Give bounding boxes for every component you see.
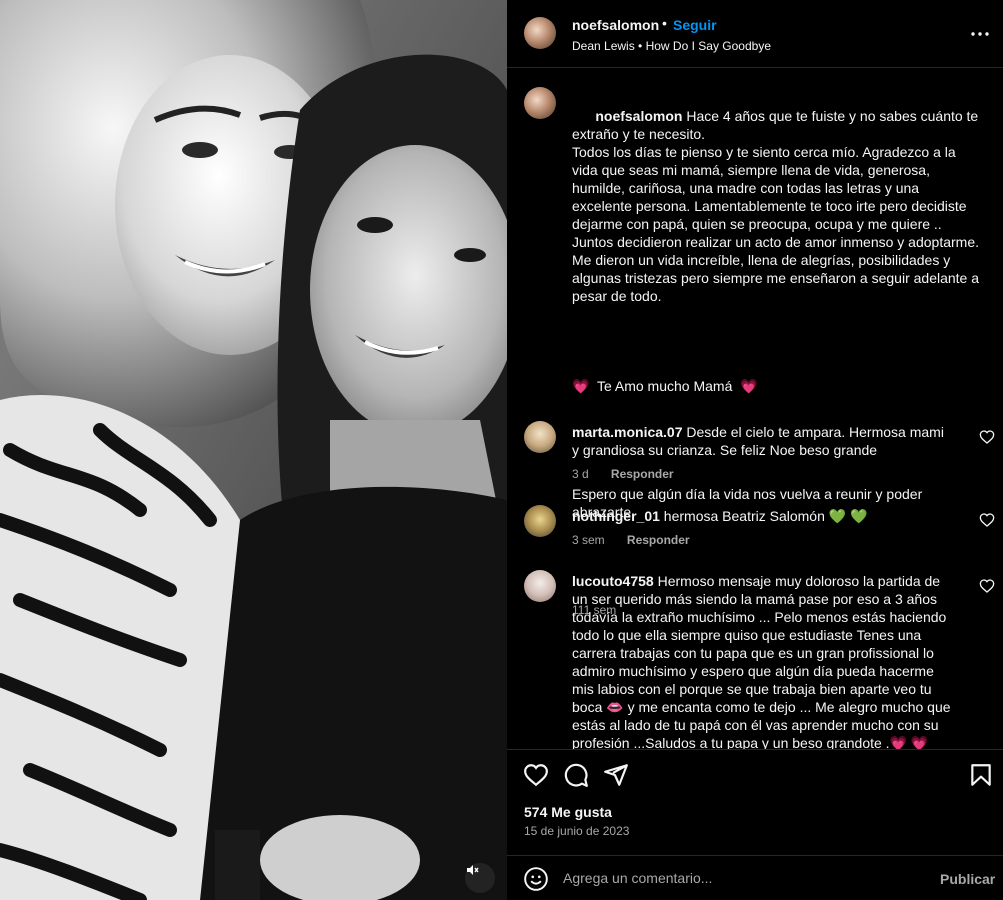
like-comment-heart-icon[interactable]	[979, 578, 995, 594]
likes-count[interactable]: 574 Me gusta	[524, 804, 612, 820]
caption-username[interactable]: noefsalomon	[595, 108, 682, 124]
mute-button[interactable]	[465, 863, 495, 893]
comment-time[interactable]: 3 d	[572, 467, 589, 481]
comment-body: hermosa Beatriz Salomón	[659, 508, 829, 524]
follow-button[interactable]: Seguir	[673, 17, 717, 33]
pink-heart-emoji: 💗	[572, 378, 590, 394]
audio-separator: •	[638, 39, 643, 53]
comment-icon[interactable]	[563, 762, 589, 788]
like-comment-heart-icon[interactable]	[979, 429, 995, 445]
comment-avatar[interactable]	[524, 505, 556, 537]
header-separator: •	[662, 15, 667, 31]
audio-title: How Do I Say Goodbye	[645, 39, 771, 53]
pink-heart-emoji: 💗	[740, 378, 758, 394]
comment-meta: 3 d Responder	[572, 465, 674, 483]
caption: noefsalomon Hace 4 años que te fuiste y …	[572, 89, 982, 655]
like-comment-heart-icon[interactable]	[979, 512, 995, 528]
post-date[interactable]: 15 de junio de 2023	[524, 824, 629, 838]
caption-avatar[interactable]	[524, 87, 556, 119]
photo-illustration	[0, 0, 507, 900]
post-photo[interactable]	[0, 0, 507, 900]
comments-scroll-area[interactable]: noefsalomon Hace 4 años que te fuiste y …	[507, 69, 1003, 749]
comment-meta: 3 sem Responder	[572, 531, 690, 549]
reply-button[interactable]: Responder	[611, 467, 674, 481]
send-icon[interactable]	[603, 762, 629, 788]
comment-username[interactable]: nothinger_01	[572, 508, 660, 524]
publish-button[interactable]: Publicar	[940, 871, 995, 887]
comment-time[interactable]: 3 sem	[572, 533, 605, 547]
comment-username[interactable]: lucouto4758	[572, 573, 654, 589]
caption-love-line: 💗 Te Amo mucho Mamá 💗	[572, 377, 982, 395]
comment-text: marta.monica.07 Desde el cielo te ampara…	[572, 423, 952, 459]
pink-heart-emoji: 💗 💗	[889, 735, 929, 749]
add-comment-bar: Publicar	[507, 855, 1003, 900]
owner-username[interactable]: noefsalomon	[572, 17, 659, 33]
comment-text: nothinger_01 hermosa Beatriz Salomón 💚 💚	[572, 507, 952, 525]
caption-paragraph-1: Hace 4 años que te fuiste y no sabes cuá…	[572, 108, 980, 304]
comment-input[interactable]	[563, 865, 923, 891]
reply-button[interactable]: Responder	[627, 533, 690, 547]
audio-artist: Dean Lewis	[572, 39, 635, 53]
heart-icon[interactable]	[523, 762, 549, 788]
comment-avatar[interactable]	[524, 421, 556, 453]
post-header: noefsalomon • Seguir Dean Lewis • How Do…	[507, 0, 1003, 68]
mute-icon	[467, 865, 479, 875]
comment-username[interactable]: marta.monica.07	[572, 424, 683, 440]
caption-love-text: Te Amo mucho Mamá	[596, 378, 733, 394]
bookmark-icon[interactable]	[968, 762, 994, 788]
green-heart-emoji: 💚 💚	[828, 508, 868, 524]
comment-avatar[interactable]	[524, 570, 556, 602]
post-side-panel: noefsalomon • Seguir Dean Lewis • How Do…	[507, 0, 1003, 900]
emoji-icon[interactable]	[523, 866, 549, 892]
comment-text: lucouto4758 Hermoso mensaje muy doloroso…	[572, 572, 952, 749]
owner-avatar[interactable]	[524, 17, 556, 49]
more-horizontal-icon[interactable]	[968, 22, 992, 46]
audio-track[interactable]: Dean Lewis • How Do I Say Goodbye	[572, 39, 771, 53]
comment-body: Hermoso mensaje muy doloroso la partida …	[572, 573, 947, 715]
lips-emoji: 👄	[606, 699, 624, 715]
